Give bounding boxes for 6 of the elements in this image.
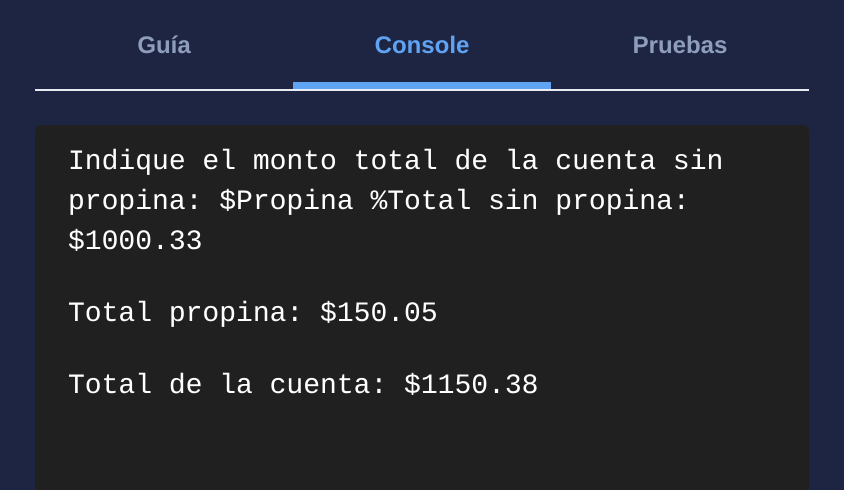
tab[interactable]: Console: [293, 0, 551, 89]
console-output: Indique el monto total de la cuenta sin propina: $Propina %Total sin propina: $1000.33: [68, 146, 724, 260]
console-output: Total propina: $150.05: [68, 298, 439, 332]
console-output: Total de la cuenta: $1150.38: [68, 370, 540, 404]
tab[interactable]: Guía: [35, 0, 293, 89]
tab[interactable]: Pruebas: [551, 0, 809, 89]
